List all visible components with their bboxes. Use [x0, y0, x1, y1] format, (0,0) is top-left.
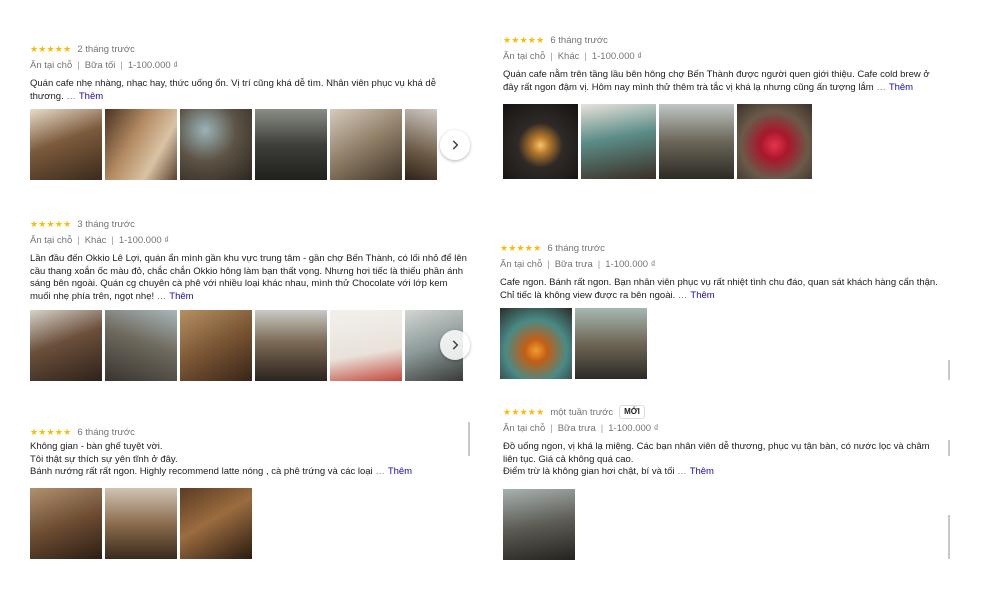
review-photo[interactable] [405, 109, 437, 180]
star-rating: ★★★★★ [30, 218, 72, 229]
review-meta: Ăn tại chỗ | Bữa trưa | 1-100.000 ₫ [503, 423, 659, 434]
new-badge: MỚI [619, 405, 645, 419]
scrollbar[interactable] [468, 422, 470, 456]
scrollbar[interactable] [948, 440, 950, 456]
review-photo[interactable] [105, 310, 177, 381]
star-rating: ★★★★★ [503, 34, 545, 45]
photo-strip [30, 109, 437, 180]
more-link[interactable]: Thêm [79, 91, 103, 102]
review-text: Lần đầu đến Okkio Lê Lợi, quán ẩn mình g… [30, 253, 467, 302]
review-card: ★★★★★ 2 tháng trước Ăn tại chỗ | Bữa tối | 1… [30, 42, 470, 103]
next-photos-button[interactable] [440, 330, 470, 360]
review-card: ★★★★★ 6 tháng trước Ăn tại chỗ | Khác | 1-10… [503, 33, 963, 94]
review-meta: Ăn tại chỗ | Khác | 1-100.000 ₫ [503, 51, 643, 62]
star-rating: ★★★★★ [503, 406, 545, 417]
review-text: Không gian - bàn ghế tuyệt vời. Tôi thật… [30, 441, 413, 478]
star-rating: ★★★★★ [30, 43, 72, 54]
next-photos-button[interactable] [440, 130, 470, 160]
more-link[interactable]: Thêm [889, 82, 913, 93]
review-time: 6 tháng trước [77, 426, 135, 438]
review-photo[interactable] [255, 310, 327, 381]
scrollbar[interactable] [948, 360, 950, 380]
review-time: 3 tháng trước [77, 218, 135, 230]
review-photo[interactable] [575, 308, 647, 379]
photo-strip [503, 104, 812, 179]
photo-strip [503, 489, 575, 560]
scrollbar[interactable] [948, 515, 950, 559]
review-photo[interactable] [180, 310, 252, 381]
review-card: ★★★★★ một tuần trước MỚI Ăn tại chỗ | Bữa … [503, 405, 953, 479]
review-meta: Ăn tại chỗ | Bữa trưa | 1-100.000 ₫ [500, 259, 656, 270]
review-photo[interactable] [659, 104, 734, 179]
review-time: 2 tháng trước [77, 43, 135, 55]
review-text: Quán cafe nằm trên tầng lầu bên hông chợ… [503, 69, 930, 93]
photo-strip [30, 310, 463, 381]
review-meta: Ăn tại chỗ | Khác | 1-100.000 ₫ [30, 235, 170, 246]
review-photo[interactable] [503, 104, 578, 179]
review-time: 6 tháng trước [547, 242, 605, 254]
chevron-right-icon [452, 140, 459, 150]
review-card: ★★★★★ 6 tháng trước Không gian - bàn ghế… [30, 425, 470, 479]
review-photo[interactable] [105, 109, 177, 180]
review-photo[interactable] [255, 109, 327, 180]
review-photo[interactable] [330, 310, 402, 381]
photo-strip [500, 308, 647, 379]
chevron-right-icon [452, 340, 459, 350]
review-photo[interactable] [180, 488, 252, 559]
review-photo[interactable] [180, 109, 252, 180]
review-photo[interactable] [330, 109, 402, 180]
review-photo[interactable] [737, 104, 812, 179]
review-text: Cafe ngon. Bánh rất ngon. Bạn nhân viên … [500, 277, 938, 301]
more-link[interactable]: Thêm [690, 290, 714, 301]
star-rating: ★★★★★ [500, 242, 542, 253]
more-link[interactable]: Thêm [690, 466, 714, 477]
review-text: Quán cafe nhẹ nhàng, nhạc hay, thức uống… [30, 78, 436, 102]
review-photo[interactable] [105, 488, 177, 559]
review-time: 6 tháng trước [550, 34, 608, 46]
more-link[interactable]: Thêm [388, 466, 412, 477]
review-photo[interactable] [500, 308, 572, 379]
review-meta: Ăn tại chỗ | Bữa tối | 1-100.000 ₫ [30, 60, 179, 71]
review-card: ★★★★★ 3 tháng trước Ăn tại chỗ | Khác | 1-10… [30, 217, 480, 303]
review-photo[interactable] [30, 109, 102, 180]
review-photo[interactable] [30, 310, 102, 381]
review-card: ★★★★★ 6 tháng trước Ăn tại chỗ | Bữa trưa |… [500, 241, 960, 302]
review-time: một tuần trước [550, 406, 614, 418]
review-text: Đồ uống ngon, vị khá lạ miệng. Các bạn n… [503, 441, 930, 478]
photo-strip [30, 488, 252, 559]
star-rating: ★★★★★ [30, 426, 72, 437]
more-link[interactable]: Thêm [169, 291, 193, 302]
review-photo[interactable] [503, 489, 575, 560]
review-photo[interactable] [581, 104, 656, 179]
review-photo[interactable] [30, 488, 102, 559]
